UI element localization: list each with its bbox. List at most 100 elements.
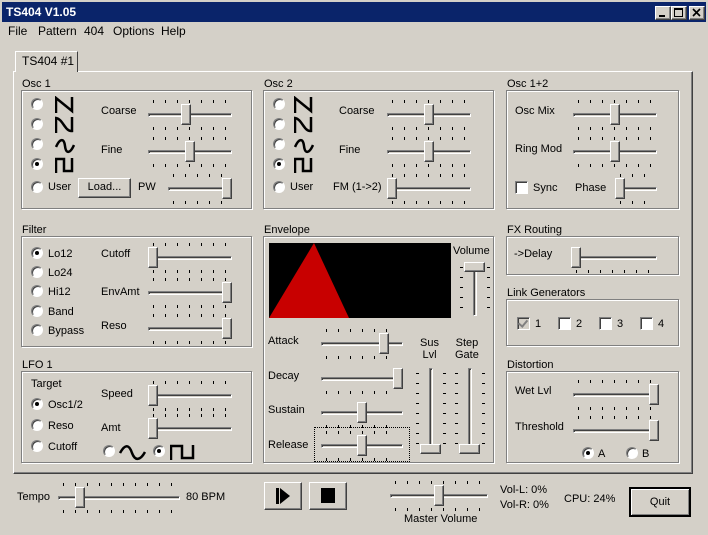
tempo-slider[interactable] <box>58 483 180 513</box>
lfo-wave-sine-radio[interactable] <box>103 445 115 457</box>
osc1-wave-sine-radio[interactable] <box>31 138 43 150</box>
minimize-button[interactable] <box>655 6 671 20</box>
play-button[interactable] <box>264 482 302 510</box>
osc2-fm-label: FM (1->2) <box>333 181 382 193</box>
osc2-user-label: User <box>290 181 314 193</box>
fx-routing-title: FX Routing <box>506 224 564 236</box>
sustain-slider[interactable] <box>321 398 403 428</box>
sine-wave-icon <box>119 445 147 461</box>
menu-file[interactable]: File <box>8 24 27 38</box>
lfo-target-reso-label: Reso <box>48 420 74 432</box>
sync-checkbox[interactable] <box>515 181 528 194</box>
osc1-wave-user-radio[interactable] <box>31 181 43 193</box>
osc2-fine-slider[interactable] <box>387 137 471 167</box>
osc2-wave-saw2-radio[interactable] <box>273 118 285 130</box>
menu-help[interactable]: Help <box>161 24 186 38</box>
ring-mod-slider[interactable] <box>573 137 657 167</box>
link-2-label: 2 <box>576 318 583 330</box>
link-1-checkbox[interactable] <box>517 317 530 330</box>
title-bar: TS404 V1.05 <box>0 0 708 22</box>
decay-slider[interactable] <box>321 364 403 394</box>
step-gate-label: Step Gate <box>455 337 479 361</box>
osc1-wave-saw-radio[interactable] <box>31 98 43 110</box>
envamt-slider[interactable] <box>148 278 232 308</box>
osc2-fm-slider[interactable] <box>387 174 471 204</box>
cutoff-slider[interactable] <box>148 243 232 273</box>
filter-band-radio[interactable] <box>31 305 43 317</box>
osc-mix-label: Osc Mix <box>515 105 555 117</box>
phase-slider[interactable] <box>615 174 657 204</box>
lfo-wave-square-radio[interactable] <box>153 445 165 457</box>
quit-button[interactable]: Quit <box>629 487 691 517</box>
osc1-pw-slider[interactable] <box>168 174 232 204</box>
distortion-b-radio[interactable] <box>626 447 638 459</box>
stop-icon <box>321 488 335 503</box>
osc1-fine-slider[interactable] <box>148 137 232 167</box>
osc2-fine-label: Fine <box>339 144 361 156</box>
square-wave-icon <box>55 157 74 173</box>
osc2-wave-user-radio[interactable] <box>273 181 285 193</box>
menu-404[interactable]: 404 <box>84 24 104 38</box>
link-2-checkbox[interactable] <box>558 317 571 330</box>
threshold-slider[interactable] <box>573 416 659 446</box>
delay-slider[interactable] <box>571 243 657 273</box>
delay-label: ->Delay <box>514 248 553 260</box>
osc1-wave-saw2-radio[interactable] <box>31 118 43 130</box>
tab-label: TS404 #1 <box>22 54 75 68</box>
distortion-b-label: B <box>642 448 650 460</box>
envelope-title: Envelope <box>263 224 311 236</box>
master-volume-slider[interactable] <box>390 481 488 511</box>
osc2-coarse-slider[interactable] <box>387 100 471 130</box>
lfo-amt-label: Amt <box>101 422 121 434</box>
filter-lo24-radio[interactable] <box>31 266 43 278</box>
link-4-checkbox[interactable] <box>640 317 653 330</box>
link-4-label: 4 <box>658 318 665 330</box>
maximize-button[interactable] <box>671 6 687 20</box>
env-volume-slider[interactable] <box>460 262 490 316</box>
lfo-target-cutoff-radio[interactable] <box>31 440 43 452</box>
osc2-wave-sine-radio[interactable] <box>273 138 285 150</box>
link-3-checkbox[interactable] <box>599 317 612 330</box>
reso-slider[interactable] <box>148 314 232 344</box>
stop-button[interactable] <box>309 482 347 510</box>
link-1-label: 1 <box>535 318 542 330</box>
lfo-target-reso-radio[interactable] <box>31 419 43 431</box>
lfo-target-osc-label: Osc1/2 <box>48 399 83 411</box>
volume-label: Volume <box>453 245 490 257</box>
wet-lvl-slider[interactable] <box>573 380 659 410</box>
lfo-target-osc-radio[interactable] <box>31 398 43 410</box>
step-gate-slider[interactable] <box>455 368 485 454</box>
osc1-coarse-slider[interactable] <box>148 100 232 130</box>
filter-hi12-label: Hi12 <box>48 286 71 298</box>
osc2-wave-square-radio[interactable] <box>273 158 285 170</box>
osc1-user-label: User <box>48 181 72 193</box>
distortion-a-radio[interactable] <box>582 447 594 459</box>
bpm-readout: 80 BPM <box>186 491 226 503</box>
sine-wave-icon <box>294 138 314 154</box>
close-icon <box>692 8 701 17</box>
menu-pattern[interactable]: Pattern <box>38 24 77 38</box>
osc1-load-button[interactable]: Load... <box>78 178 131 198</box>
filter-bypass-radio[interactable] <box>31 324 43 336</box>
filter-lo12-radio[interactable] <box>31 247 43 259</box>
square-wave-icon <box>170 444 195 460</box>
release-slider[interactable] <box>321 431 403 461</box>
osc2-wave-saw-radio[interactable] <box>273 98 285 110</box>
filter-hi12-radio[interactable] <box>31 285 43 297</box>
menu-bar: File Pattern 404 Options Help <box>0 22 708 40</box>
attack-slider[interactable] <box>321 329 403 359</box>
sus-lvl-slider[interactable] <box>416 368 446 454</box>
cpu-readout: CPU: 24% <box>564 493 616 505</box>
sustain-label: Sustain <box>268 404 305 416</box>
lfo-speed-slider[interactable] <box>148 381 232 411</box>
close-button[interactable] <box>689 6 705 20</box>
lfo-amt-slider[interactable] <box>148 414 232 444</box>
menu-options[interactable]: Options <box>113 24 154 38</box>
release-label: Release <box>268 439 309 451</box>
osc-mix-slider[interactable] <box>573 100 657 130</box>
osc1-fine-label: Fine <box>101 144 123 156</box>
osc1-wave-square-radio[interactable] <box>31 158 43 170</box>
filter-title: Filter <box>21 224 48 236</box>
link-3-label: 3 <box>617 318 624 330</box>
distortion-a-label: A <box>598 448 606 460</box>
